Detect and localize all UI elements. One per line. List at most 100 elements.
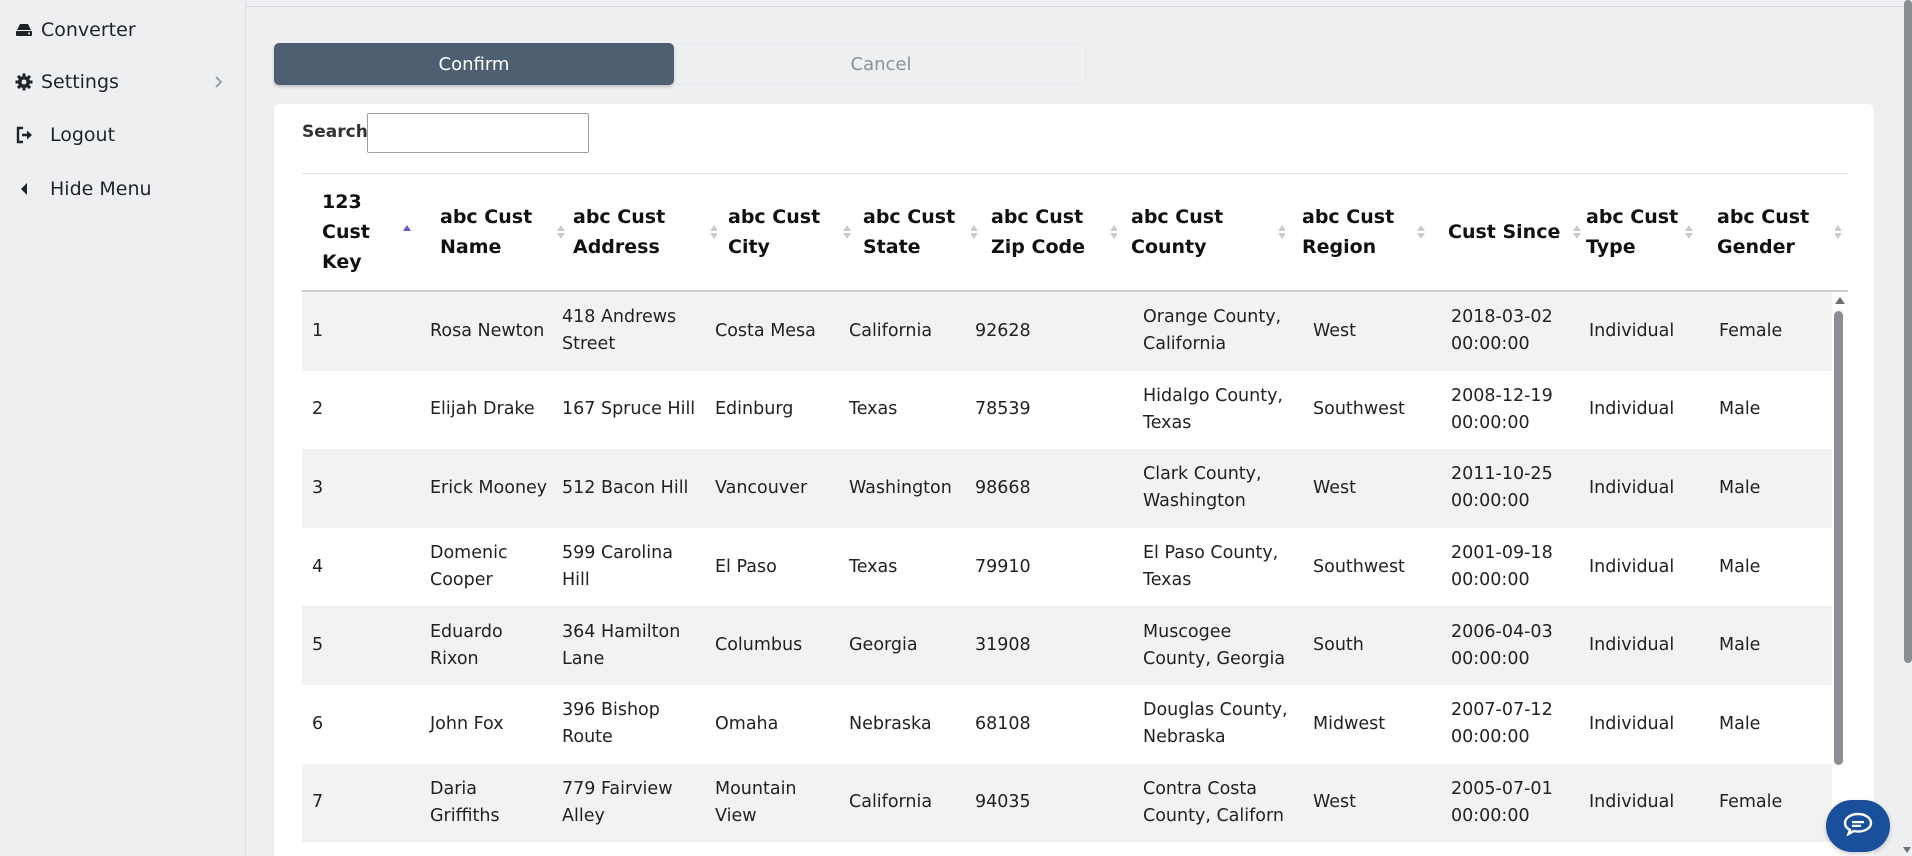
sidebar-item-logout[interactable]: Logout — [0, 115, 246, 155]
column-header-cust-zip-code[interactable]: abc Cust Zip Code — [991, 174, 1121, 290]
cell-cust-zip: 94035 — [975, 792, 1031, 813]
cell-cust-key: 6 — [312, 713, 324, 734]
cell-cust-address: 396 Bishop Route — [562, 700, 660, 748]
logout-icon — [15, 125, 35, 145]
cell-cust-city: Mountain View — [715, 778, 797, 826]
table-scrollbar-thumb[interactable] — [1834, 311, 1843, 765]
search-label: Search: — [302, 122, 375, 142]
sort-icon[interactable] — [1109, 224, 1119, 240]
column-header-cust-key[interactable]: 123 Cust Key — [322, 174, 422, 290]
gear-icon — [14, 72, 34, 92]
sidebar-item-converter[interactable]: Converter — [0, 10, 246, 50]
confirm-button[interactable]: Confirm — [274, 43, 674, 85]
table-header: 123 Cust Key abc Cust Name abc Cust Addr… — [302, 174, 1848, 292]
cell-cust-since: 2011-10-25 00:00:00 — [1451, 464, 1553, 512]
column-header-cust-region[interactable]: abc Cust Region — [1302, 174, 1436, 290]
cell-cust-region: South — [1313, 635, 1364, 656]
cell-cust-gender: Male — [1719, 556, 1761, 577]
search-input[interactable] — [367, 113, 589, 153]
sort-icon[interactable] — [1572, 224, 1582, 240]
cell-cust-state: Texas — [849, 556, 898, 577]
column-header-cust-gender[interactable]: abc Cust Gender — [1717, 174, 1847, 290]
sort-ascending-icon[interactable] — [402, 224, 412, 240]
sort-icon[interactable] — [1833, 224, 1843, 240]
sort-icon[interactable] — [1416, 224, 1426, 240]
chevron-right-icon — [212, 75, 226, 89]
cell-cust-city: Costa Mesa — [715, 320, 816, 341]
sort-icon[interactable] — [556, 224, 566, 240]
column-header-cust-name[interactable]: abc Cust Name — [440, 174, 568, 290]
cell-cust-since: 2018-03-02 00:00:00 — [1451, 307, 1553, 355]
cell-cust-zip: 68108 — [975, 713, 1031, 734]
sort-icon[interactable] — [709, 224, 719, 240]
scroll-up-arrow-icon[interactable] — [1835, 297, 1845, 304]
scroll-down-arrow-icon[interactable] — [1903, 847, 1911, 853]
sidebar-item-settings[interactable]: Settings — [0, 62, 246, 102]
sidebar-item-label: Hide Menu — [50, 178, 152, 200]
chat-button[interactable] — [1826, 800, 1890, 852]
cell-cust-county: Contra Costa County, Californ — [1143, 778, 1284, 826]
cell-cust-city: Columbus — [715, 635, 803, 656]
cell-cust-gender: Female — [1719, 320, 1783, 341]
cell-cust-key: 5 — [312, 635, 324, 656]
table-row[interactable]: 7 Daria Griffiths 779 Fairview Alley Mou… — [302, 763, 1832, 843]
cell-cust-zip: 79910 — [975, 556, 1031, 577]
cell-cust-name: Rosa Newton — [430, 320, 545, 341]
cell-cust-since: 2005-07-01 00:00:00 — [1451, 778, 1553, 826]
table-body: 1 Rosa Newton 418 Andrews Street Costa M… — [302, 292, 1832, 856]
cell-cust-name: Elijah Drake — [430, 399, 535, 420]
column-header-cust-city[interactable]: abc Cust City — [728, 174, 854, 290]
table-row[interactable]: 3 Erick Mooney 512 Bacon Hill Vancouver … — [302, 449, 1832, 528]
cell-cust-state: California — [849, 792, 933, 813]
sort-icon[interactable] — [842, 224, 852, 240]
cell-cust-city: Edinburg — [715, 399, 794, 420]
column-header-cust-state[interactable]: abc Cust State — [863, 174, 981, 290]
table-row[interactable]: 5 Eduardo Rixon 364 Hamilton Lane Columb… — [302, 606, 1832, 685]
cell-cust-region: Southwest — [1313, 556, 1405, 577]
cell-cust-state: Georgia — [849, 635, 918, 656]
cell-cust-key: 4 — [312, 556, 324, 577]
cell-cust-gender: Male — [1719, 477, 1761, 498]
header-divider — [246, 6, 1912, 7]
cell-cust-region: West — [1313, 477, 1357, 498]
cell-cust-name: John Fox — [430, 713, 504, 734]
cell-cust-county: Hidalgo County, Texas — [1143, 385, 1283, 433]
table-row[interactable]: 1 Rosa Newton 418 Andrews Street Costa M… — [302, 292, 1832, 371]
cell-cust-zip: 31908 — [975, 635, 1031, 656]
sidebar-item-label: Logout — [50, 124, 116, 146]
cell-cust-type: Individual — [1589, 477, 1675, 498]
cell-cust-region: West — [1313, 792, 1357, 813]
cell-cust-name: Domenic Cooper — [430, 543, 508, 591]
cell-cust-since: 2006-04-03 00:00:00 — [1451, 621, 1553, 669]
cell-cust-gender: Male — [1719, 399, 1761, 420]
caret-left-icon — [14, 179, 34, 199]
cell-cust-type: Individual — [1589, 713, 1675, 734]
column-header-cust-since[interactable]: Cust Since — [1448, 174, 1581, 290]
cell-cust-address: 418 Andrews Street — [562, 307, 677, 355]
sidebar-item-hide-menu[interactable]: Hide Menu — [0, 169, 246, 209]
sidebar-item-label: Settings — [41, 71, 119, 93]
cell-cust-since: 2001-09-18 00:00:00 — [1451, 543, 1553, 591]
cell-cust-county: El Paso County, Texas — [1143, 543, 1279, 591]
column-header-cust-type[interactable]: abc Cust Type — [1586, 174, 1696, 290]
table-row[interactable]: 4 Domenic Cooper 599 Carolina Hill El Pa… — [302, 527, 1832, 607]
cell-cust-since: 2008-12-19 00:00:00 — [1451, 385, 1553, 433]
table-row[interactable]: 6 John Fox 396 Bishop Route Omaha Nebras… — [302, 685, 1832, 764]
sort-icon[interactable] — [1684, 224, 1694, 240]
sort-icon[interactable] — [969, 224, 979, 240]
cancel-button[interactable]: Cancel — [676, 43, 1086, 85]
cell-cust-type: Individual — [1589, 320, 1675, 341]
cell-cust-address: 599 Carolina Hill — [562, 543, 673, 591]
page-scrollbar-thumb[interactable] — [1904, 0, 1912, 663]
cell-cust-county: Douglas County, Nebraska — [1143, 700, 1288, 748]
column-header-cust-county[interactable]: abc Cust County — [1131, 174, 1291, 290]
app-root: Converter Settings Logout Hide Menu Conf… — [0, 0, 1912, 856]
table-row[interactable]: 2 Elijah Drake 167 Spruce Hill Edinburg … — [302, 370, 1832, 450]
cell-cust-gender: Female — [1719, 792, 1783, 813]
cell-cust-name: Eduardo Rixon — [430, 621, 503, 669]
column-header-cust-address[interactable]: abc Cust Address — [573, 174, 721, 290]
cell-cust-zip: 92628 — [975, 320, 1031, 341]
data-table-card: Search: 123 Cust Key abc Cust Name abc C… — [274, 104, 1874, 856]
cell-cust-type: Individual — [1589, 399, 1675, 420]
sort-icon[interactable] — [1277, 224, 1287, 240]
